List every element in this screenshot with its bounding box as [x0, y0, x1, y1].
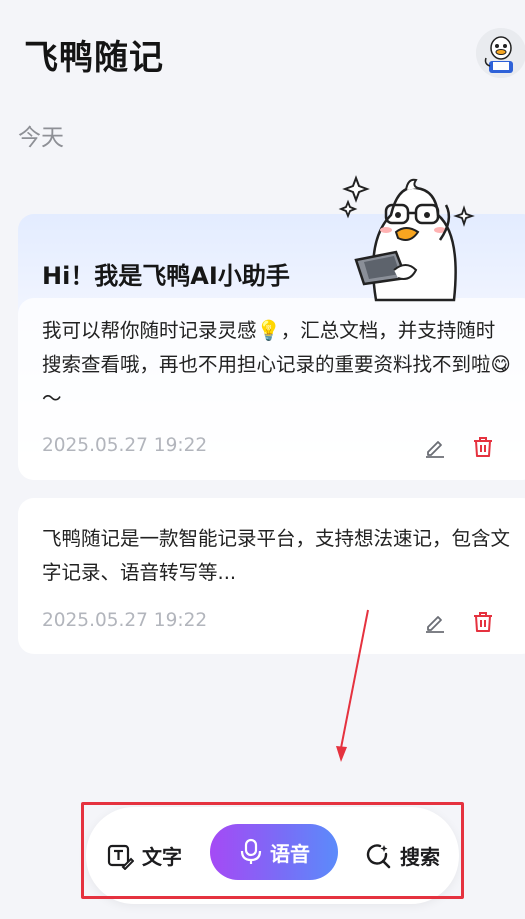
- note-content: 飞鸭随记是一款智能记录平台，支持想法速记，包含文字记录、语音转写等...: [42, 527, 511, 584]
- assistant-greeting: Hi！我是飞鸭AI小助手: [42, 262, 290, 290]
- edit-icon: [426, 616, 444, 633]
- duck-avatar-icon: [476, 28, 525, 78]
- app-title: 飞鸭随记: [24, 38, 164, 78]
- annotation-highlight-box: [81, 802, 464, 899]
- edit-button[interactable]: [421, 433, 449, 461]
- note-timestamp: 2025.05.27 19:22: [42, 435, 208, 456]
- note-content: 我可以帮你随时记录灵感💡，汇总文档，并支持随时搜索查看哦，再也不用担心记录的重要…: [42, 319, 511, 410]
- edit-icon: [426, 441, 444, 458]
- section-today-label: 今天: [18, 125, 64, 151]
- note-timestamp: 2025.05.27 19:22: [42, 610, 208, 631]
- delete-button[interactable]: [469, 608, 497, 636]
- note-card-intro[interactable]: 飞鸭随记是一款智能记录平台，支持想法速记，包含文字记录、语音转写等... 202…: [18, 498, 525, 654]
- user-avatar[interactable]: [476, 28, 525, 78]
- trash-icon: [474, 437, 492, 457]
- delete-button[interactable]: [469, 433, 497, 461]
- duck-mascot-icon: [338, 175, 475, 302]
- edit-button[interactable]: [421, 608, 449, 636]
- trash-icon: [474, 612, 492, 632]
